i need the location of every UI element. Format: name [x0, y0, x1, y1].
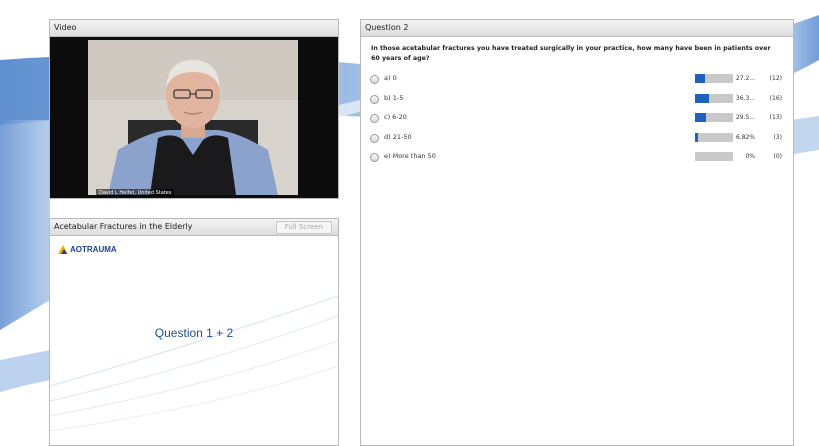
- presentation-title: Acetabular Fractures in the Elderly: [54, 222, 193, 231]
- radio-button[interactable]: [370, 94, 379, 104]
- poll-answer-c: c) 6-20 29.5... (13): [369, 112, 785, 132]
- webcam-feed: [88, 40, 298, 195]
- result-bar: [695, 113, 733, 122]
- result-bar-fill: [695, 93, 709, 103]
- result-count: (0): [773, 153, 783, 160]
- result-bar: [695, 93, 733, 103]
- result-bar-fill: [695, 132, 698, 142]
- answer-label: a) 0: [384, 74, 397, 82]
- result-percent: 36.3...: [735, 94, 755, 102]
- full-screen-button[interactable]: Full Screen: [275, 221, 332, 234]
- result-percent: 0%: [745, 153, 755, 160]
- radio-button[interactable]: [370, 75, 379, 84]
- presentation-pod-header: Acetabular Fractures in the Elderly Full…: [50, 219, 338, 236]
- poll-answer-e: e) More than 50 0% (0): [369, 151, 785, 171]
- speaker-caption: David L Helfet, United States: [96, 189, 175, 197]
- logo-text: AOTRAUMA: [70, 245, 117, 254]
- slide-title: Question 1 + 2: [154, 326, 234, 340]
- poll-title: Question 2: [361, 20, 793, 37]
- result-bar-fill: [695, 74, 706, 83]
- poll-answer-d: d) 21-50 6.82% (3): [369, 132, 785, 152]
- result-bar: [695, 74, 733, 83]
- poll-answers: a) 0 27.2... (12) b) 1-5 36.3... (16) c)…: [369, 73, 785, 171]
- presentation-pod: Acetabular Fractures in the Elderly Full…: [49, 218, 339, 446]
- logo-icon: [58, 245, 68, 254]
- poll-pod: Question 2 In those acetabular fractures…: [360, 19, 794, 446]
- radio-button[interactable]: [370, 114, 379, 123]
- result-count: (3): [773, 133, 783, 141]
- result-percent: 27.2...: [735, 75, 755, 82]
- poll-answer-a: a) 0 27.2... (12): [369, 73, 785, 93]
- answer-label: b) 1-5: [384, 93, 404, 102]
- result-count: (12): [769, 75, 782, 82]
- result-bar-fill: [695, 113, 707, 122]
- radio-button[interactable]: [370, 133, 379, 143]
- slide-decoration: [50, 295, 338, 432]
- result-percent: 6.82%: [735, 133, 755, 141]
- poll-answer-b: b) 1-5 36.3... (16): [369, 93, 785, 113]
- result-count: (16): [769, 94, 782, 102]
- video-area: David L Helfet, United States: [50, 37, 338, 198]
- result-count: (13): [769, 114, 782, 121]
- video-pod: Video David L Helfet, United States: [49, 19, 339, 199]
- aotrauma-logo: AOTRAUMA: [58, 245, 117, 254]
- result-bar: [695, 132, 733, 142]
- slide-canvas: AOTRAUMA Question 1 + 2: [50, 236, 338, 445]
- result-percent: 29.5...: [735, 114, 755, 121]
- answer-label: e) More than 50: [384, 152, 436, 160]
- answer-label: d) 21-50: [384, 132, 412, 141]
- answer-label: c) 6-20: [384, 113, 407, 121]
- poll-question: In those acetabular fractures you have t…: [371, 45, 771, 62]
- radio-button[interactable]: [370, 153, 379, 162]
- video-pod-title: Video: [50, 20, 338, 37]
- result-bar: [695, 152, 733, 161]
